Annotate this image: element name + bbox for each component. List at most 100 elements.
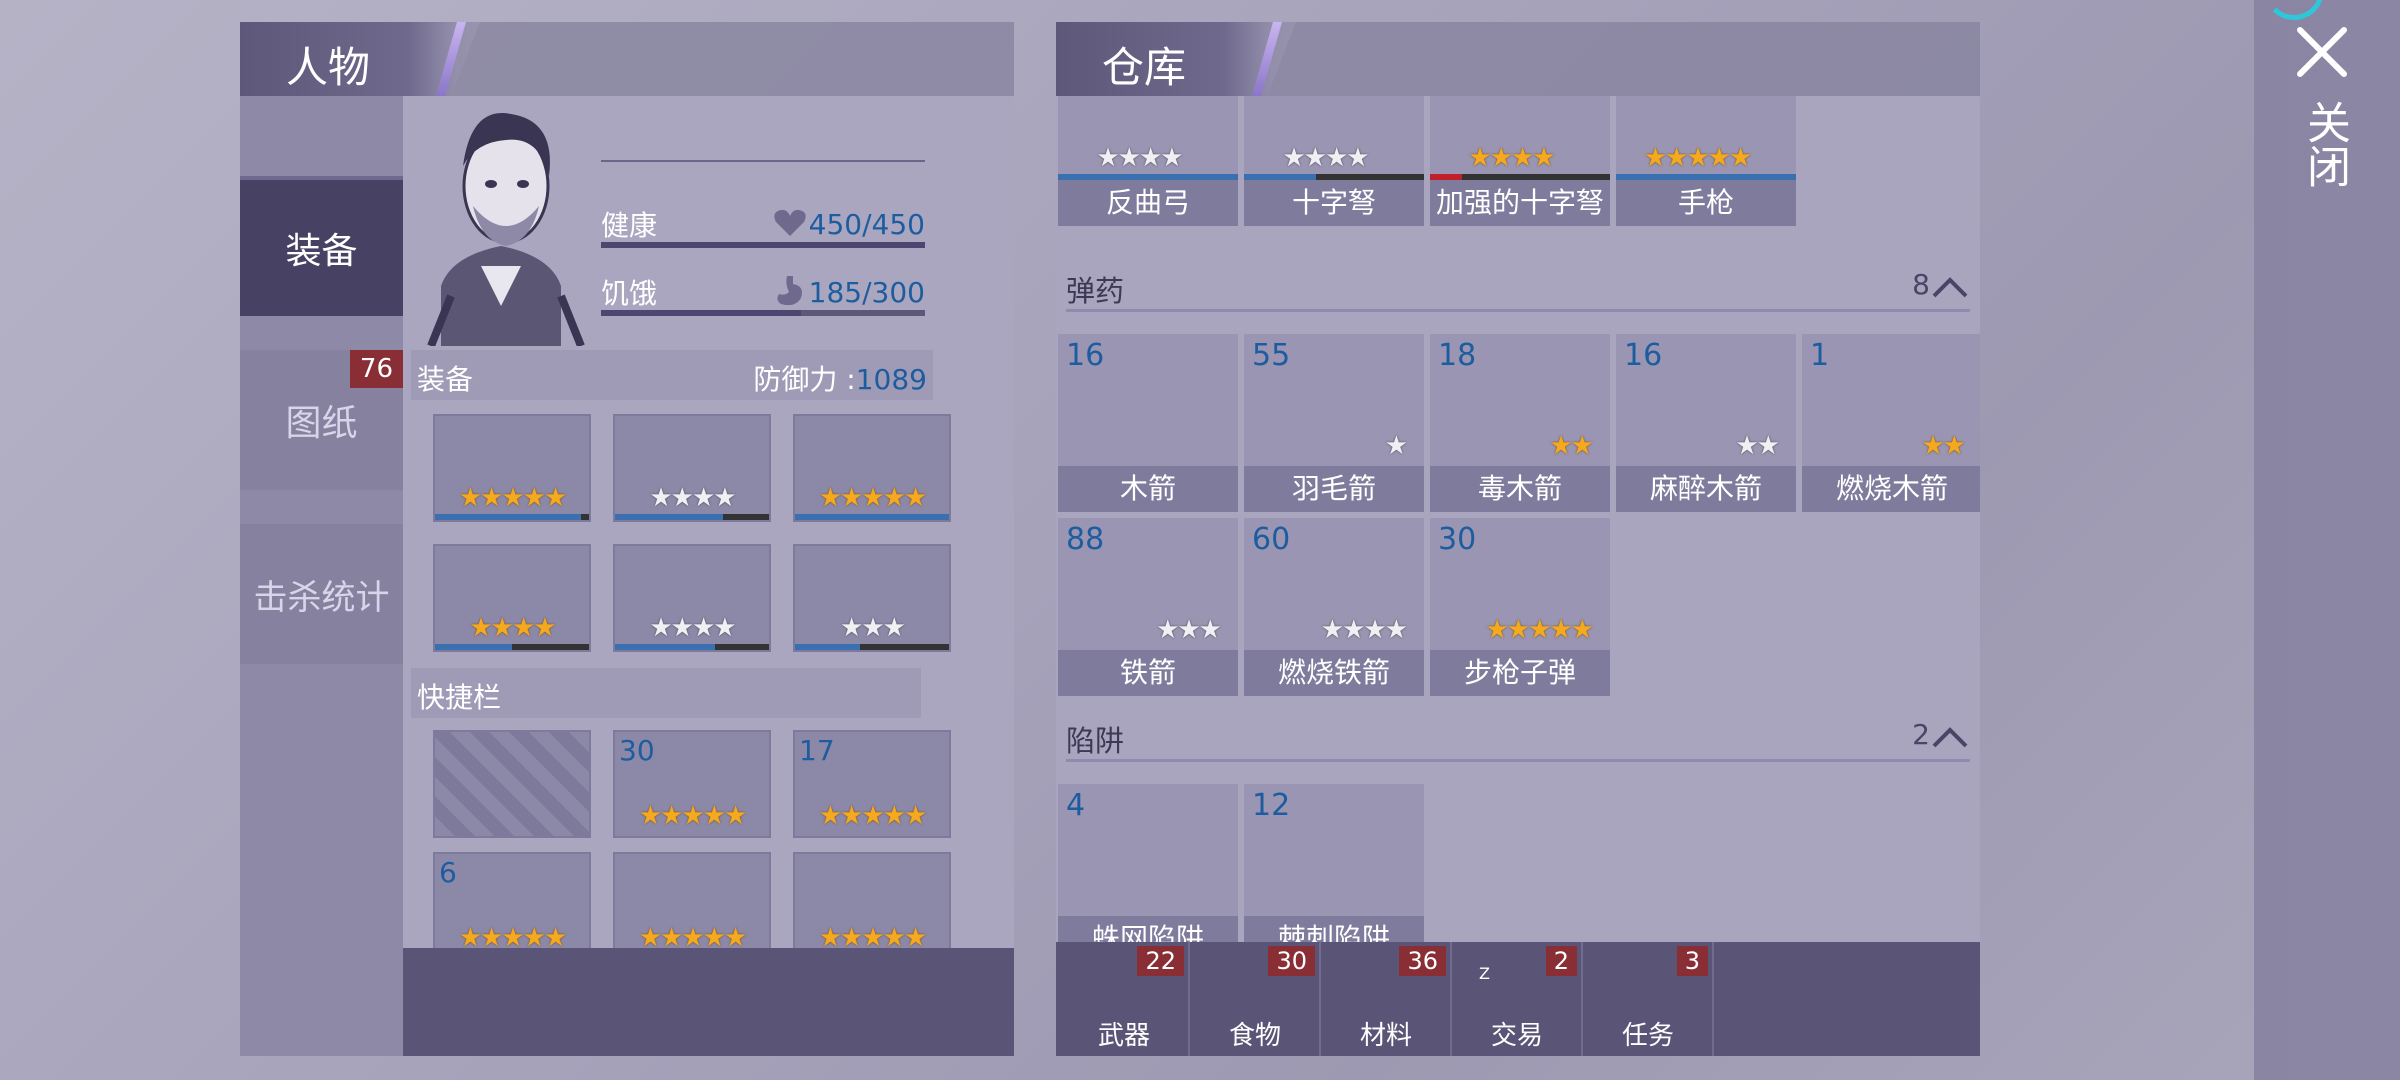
- durability-bar: [615, 644, 769, 650]
- quickbar-slot[interactable]: 6 ★★★★★: [433, 852, 591, 960]
- defense-label: 防御力 :: [753, 363, 856, 396]
- hunger-value: 185/300: [808, 276, 925, 309]
- storage-item[interactable]: 55 ★ 羽毛箭: [1244, 334, 1424, 512]
- tab-count-badge: 22: [1137, 946, 1184, 976]
- storage-tab-meat[interactable]: 30 食物: [1191, 942, 1321, 1056]
- star-rating: ★★★★★: [818, 801, 928, 831]
- ammo-category-label: 弹药: [1066, 274, 1125, 308]
- durability-bar: [795, 644, 949, 650]
- storage-item[interactable]: 30 ★★★★★ 步枪子弹: [1430, 518, 1610, 696]
- storage-tab-coin[interactable]: Z 2 交易: [1453, 942, 1583, 1056]
- close-icon[interactable]: [2296, 26, 2348, 78]
- defense-stat: 防御力 :1089: [753, 358, 927, 398]
- storage-item[interactable]: 12 棘刺陷阱: [1244, 784, 1424, 942]
- storage-item[interactable]: 1 ★★ 燃烧木箭: [1802, 334, 1980, 512]
- character-content: 健康 450/450 饥饿 185/300 装备 防御力 :1089 ★★★★★…: [403, 96, 1014, 1056]
- star-rating: ★★★★★: [1485, 615, 1594, 645]
- storage-item[interactable]: ★★★★ 十字弩: [1244, 96, 1424, 226]
- quickbar-slot[interactable]: 30 ★★★★★: [613, 730, 771, 838]
- equipment-section-header: 装备 防御力 :1089: [411, 350, 933, 400]
- nav-kill-stats[interactable]: 击杀统计: [240, 524, 403, 664]
- character-panel-title: 人物: [286, 43, 371, 92]
- storage-item[interactable]: ★★★★ 加强的十字弩: [1430, 96, 1610, 226]
- star-rating: ★★★: [840, 613, 906, 643]
- star-rating: ★★: [1549, 431, 1594, 461]
- storage-item[interactable]: 18 ★★ 毒木箭: [1430, 334, 1610, 512]
- tab-count-badge: 30: [1268, 946, 1315, 976]
- quickbar-slot[interactable]: ★★★★★: [613, 852, 771, 960]
- traps-category-count: 2: [1912, 718, 1930, 751]
- star-rating: ★★★★: [1096, 143, 1183, 173]
- storage-item[interactable]: 88 ★★★ 铁箭: [1058, 518, 1238, 696]
- item-label: 铁箭: [1058, 650, 1238, 696]
- equipment-slot[interactable]: ★★★: [793, 544, 951, 652]
- storage-item[interactable]: ★★★★ 反曲弓: [1058, 96, 1238, 226]
- character-portrait: [427, 113, 585, 346]
- nav-blueprints[interactable]: 图纸 76: [240, 350, 403, 490]
- chevron-up-icon[interactable]: [1930, 268, 1970, 308]
- item-count: 12: [1252, 788, 1291, 823]
- side-nav: 装备 图纸 76 击杀统计: [240, 96, 403, 1056]
- star-rating: ★★★★: [469, 613, 556, 643]
- chevron-up-icon[interactable]: [1930, 718, 1970, 758]
- storage-tab-axe[interactable]: 22 武器: [1060, 942, 1190, 1056]
- item-count: 55: [1252, 338, 1291, 373]
- character-bottom-strip: [403, 948, 1014, 1056]
- nav-kill-stats-label: 击杀统计: [253, 577, 390, 618]
- item-label: 反曲弓: [1058, 180, 1238, 226]
- hunger-bar-fill: [601, 310, 801, 316]
- storage-content[interactable]: ★★★★ 反曲弓 ★★★★ 十字弩 ★★★★ 加强的十字弩 ★★★★★ 手枪 弹药 8 16 木…: [1056, 96, 1980, 942]
- close-strip[interactable]: 关闭: [2254, 0, 2400, 1080]
- storage-tab-wood[interactable]: 36 材料: [1322, 942, 1452, 1056]
- item-label: 步枪子弹: [1430, 650, 1610, 696]
- durability-bar: [435, 514, 589, 520]
- tab-count-badge: 36: [1399, 946, 1446, 976]
- storage-item[interactable]: 4 蛛网陷阱: [1058, 784, 1238, 942]
- storage-item[interactable]: 16 ★★ 麻醉木箭: [1616, 334, 1796, 512]
- quickbar-slot[interactable]: [433, 730, 591, 838]
- nav-equipment-label: 装备: [285, 231, 358, 272]
- item-label: 加强的十字弩: [1430, 180, 1610, 226]
- equipment-slot[interactable]: ★★★★: [433, 544, 591, 652]
- item-label: 燃烧铁箭: [1244, 650, 1424, 696]
- equipment-slot[interactable]: ★★★★★: [793, 414, 951, 522]
- durability-bar-fill: [615, 644, 716, 650]
- star-rating: ★★★★★: [818, 483, 928, 513]
- equipment-slot[interactable]: ★★★★: [613, 414, 771, 522]
- item-count: 16: [1066, 338, 1105, 373]
- equipment-slot[interactable]: ★★★★★: [433, 414, 591, 522]
- storage-item[interactable]: 60 ★★★★ 燃烧铁箭: [1244, 518, 1424, 696]
- equipment-slot[interactable]: ★★★★: [613, 544, 771, 652]
- tab-count-badge: 2: [1545, 946, 1577, 976]
- item-label: 棘刺陷阱: [1244, 916, 1424, 942]
- storage-tabs: 22 武器 30 食物 36 材料 Z 2 交易 3 任务: [1056, 942, 1980, 1056]
- health-label: 健康: [601, 209, 658, 242]
- traps-category-label: 陷阱: [1066, 724, 1125, 758]
- ammo-category-header[interactable]: 弹药 8: [1066, 268, 1970, 312]
- star-rating: ★★★★: [1282, 143, 1369, 173]
- storage-item[interactable]: 16 木箭: [1058, 334, 1238, 512]
- nav-equipment[interactable]: 装备: [240, 176, 403, 316]
- traps-category-header[interactable]: 陷阱 2: [1066, 718, 1970, 762]
- tab-label: 食物: [1228, 1021, 1281, 1051]
- close-label[interactable]: 关闭: [2299, 100, 2350, 188]
- storage-panel-title: 仓库: [1102, 43, 1187, 92]
- equipment-section-label: 装备: [417, 363, 474, 396]
- storage-item[interactable]: ★★★★★ 手枪: [1616, 96, 1796, 226]
- tab-label: 任务: [1621, 1021, 1674, 1051]
- quickbar-slot[interactable]: ★★★★★: [793, 852, 951, 960]
- quickbar-slot[interactable]: 17 ★★★★★: [793, 730, 951, 838]
- item-count: 1: [1810, 338, 1830, 373]
- star-rating: ★: [1384, 431, 1408, 461]
- star-rating: ★★★★★: [458, 483, 568, 513]
- item-count: 30: [1438, 522, 1477, 557]
- hunger-label: 饥饿: [601, 277, 658, 310]
- spinner-ring-decoration: [2264, 0, 2324, 20]
- hunger-bar: [601, 310, 925, 316]
- star-rating: ★★★: [1156, 615, 1222, 645]
- storage-tab-key[interactable]: 3 任务: [1584, 942, 1714, 1056]
- blueprints-badge: 76: [349, 350, 403, 388]
- star-rating: ★★★★: [649, 483, 736, 513]
- quickbar-section-label: 快捷栏: [417, 681, 502, 714]
- item-count: 4: [1066, 788, 1086, 823]
